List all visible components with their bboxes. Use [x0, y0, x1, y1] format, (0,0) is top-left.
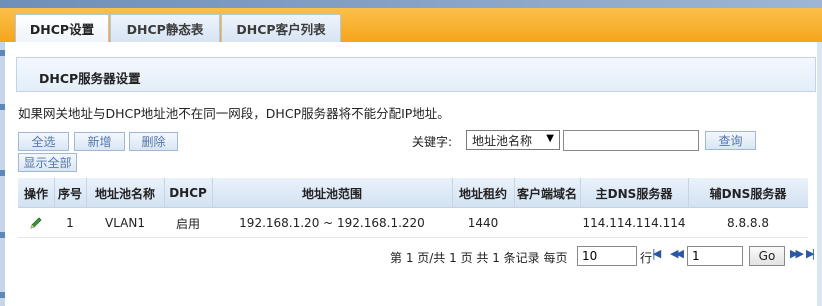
- header-client-domain: 客户端域名: [516, 186, 577, 201]
- header-index: 序号: [57, 186, 82, 201]
- right-frame-edge: [817, 42, 822, 306]
- delete-button[interactable]: 删除: [129, 132, 178, 151]
- cell-lease: 1440: [467, 216, 499, 230]
- keyword-search-input[interactable]: [563, 130, 699, 151]
- table-header-row: 操作 序号 地址池名称 DHCP 地址池范围 地址租约 客户端域名 主DNS服务…: [18, 178, 808, 208]
- header-action: 操作: [23, 186, 48, 201]
- first-page-icon[interactable]: |◀: [652, 247, 661, 260]
- cell-client-domain: [514, 208, 580, 238]
- tab-dhcp-static-table[interactable]: DHCP静态表: [110, 14, 220, 42]
- cell-dhcp-status: 启用: [175, 216, 200, 231]
- query-button[interactable]: 查询: [705, 131, 756, 150]
- show-all-button[interactable]: 显示全部: [18, 153, 77, 172]
- next-page-icon[interactable]: ▶▶: [790, 247, 804, 260]
- last-page-icon[interactable]: ▶|: [806, 247, 815, 260]
- cell-pool-name: VLAN1: [105, 216, 145, 230]
- go-button[interactable]: Go: [749, 246, 785, 266]
- left-frame-edge: [0, 42, 5, 306]
- header-dhcp: DHCP: [169, 186, 207, 200]
- keyword-field-value: 地址池名称: [472, 133, 533, 148]
- page-number-input[interactable]: [687, 246, 743, 266]
- cell-pool-range: 192.168.1.20 ~ 192.168.1.220: [239, 216, 425, 230]
- header-pool-range: 地址池范围: [301, 186, 362, 201]
- header-pool-name: 地址池名称: [94, 186, 155, 201]
- keyword-field-select[interactable]: 地址池名称 ▼: [466, 130, 560, 150]
- prev-page-icon[interactable]: ◀◀: [670, 247, 684, 260]
- gateway-notice: 如果网关地址与DHCP地址池不在同一网段，DHCP服务器将不能分配IP地址。: [18, 106, 450, 121]
- tab-bar: DHCP设置 DHCP静态表 DHCP客户列表: [0, 8, 822, 42]
- tab-dhcp-settings[interactable]: DHCP设置: [15, 14, 109, 42]
- cell-index: 1: [66, 216, 74, 230]
- cell-primary-dns: 114.114.114.114: [582, 216, 686, 230]
- select-all-button[interactable]: 全选: [18, 132, 69, 151]
- header-secondary-dns: 辅DNS服务器: [709, 186, 787, 201]
- header-primary-dns: 主DNS服务器: [595, 186, 673, 201]
- pager-summary: 第 1 页/共 1 页 共 1 条记录 每页: [390, 251, 568, 265]
- add-button[interactable]: 新增: [74, 132, 125, 151]
- keyword-label: 关键字:: [412, 135, 453, 149]
- tab-dhcp-client-list[interactable]: DHCP客户列表: [221, 14, 341, 42]
- dropdown-arrow-icon: ▼: [546, 133, 554, 144]
- per-page-input[interactable]: [577, 246, 637, 266]
- pencil-edit-icon[interactable]: [18, 208, 54, 238]
- cell-secondary-dns: 8.8.8.8: [727, 216, 769, 230]
- table-row: 1 VLAN1 启用 192.168.1.20 ~ 192.168.1.220 …: [18, 208, 808, 238]
- header-lease: 地址租约: [458, 186, 507, 201]
- panel-header: DHCP服务器设置: [16, 57, 816, 92]
- panel-title: DHCP服务器设置: [39, 71, 141, 86]
- rows-label: 行: [640, 251, 653, 265]
- top-window-strip: [0, 0, 822, 8]
